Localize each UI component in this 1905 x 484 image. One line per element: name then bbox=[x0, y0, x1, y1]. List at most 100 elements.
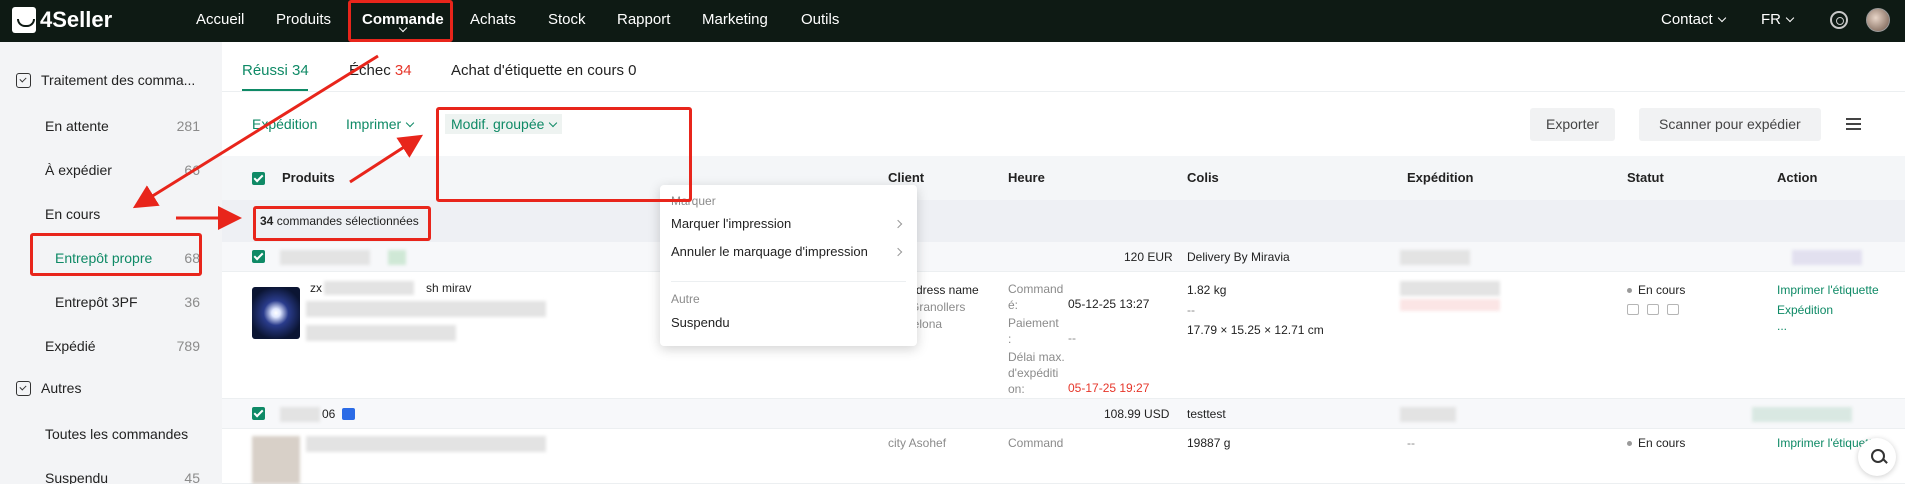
chevron-down-icon bbox=[405, 118, 415, 128]
chevron-right-icon bbox=[893, 219, 903, 229]
contact-label: Contact bbox=[1661, 11, 1713, 28]
package-dash: -- bbox=[1187, 303, 1195, 317]
printer-icon bbox=[1667, 304, 1679, 315]
annotation-highlight-commande bbox=[348, 0, 453, 42]
table-row[interactable]: zx sh mirav zxz adress name Granollers B… bbox=[222, 273, 1905, 399]
column-header-expedition[interactable]: Expédition bbox=[1407, 170, 1473, 185]
status-text: En cours bbox=[1638, 283, 1686, 297]
gear-icon[interactable] bbox=[1830, 11, 1848, 29]
blurred-expedition bbox=[1400, 299, 1500, 311]
sidebar-item-expedie[interactable]: Expédié 789 bbox=[0, 336, 210, 358]
blurred-product-details bbox=[306, 325, 456, 341]
tab-label: Réussi bbox=[242, 62, 288, 79]
sidebar-item-count: 281 bbox=[176, 118, 200, 134]
nav-outils[interactable]: Outils bbox=[801, 0, 839, 42]
blurred-action bbox=[1792, 250, 1862, 265]
nav-achats[interactable]: Achats bbox=[470, 0, 516, 42]
unmark-print-item[interactable]: Annuler le marquage d'impression bbox=[671, 244, 868, 259]
nav-produits[interactable]: Produits bbox=[276, 0, 331, 42]
expedition-link[interactable]: Expédition bbox=[1777, 303, 1833, 317]
message-icon[interactable] bbox=[342, 408, 355, 420]
blurred-expedition bbox=[1400, 250, 1470, 265]
order-amount: 108.99 USD bbox=[1104, 407, 1170, 421]
expedition-dash: -- bbox=[1407, 436, 1415, 450]
language-select[interactable]: FR bbox=[1761, 0, 1795, 42]
printer-icon bbox=[1627, 304, 1639, 315]
sidebar-item-label: Toutes les commandes bbox=[45, 426, 189, 442]
nav-rapport[interactable]: Rapport bbox=[617, 0, 670, 42]
sidebar-item-en-attente[interactable]: En attente 281 bbox=[0, 116, 210, 138]
list-settings-icon[interactable] bbox=[1846, 118, 1861, 130]
package-weight: 19887 g bbox=[1187, 436, 1231, 450]
nav-stock[interactable]: Stock bbox=[548, 0, 586, 42]
paid-label: Paiement : bbox=[1008, 316, 1059, 346]
client-city-text: Granollers bbox=[910, 300, 966, 314]
logo-text: 4Seller bbox=[40, 7, 113, 32]
clipboard-check-icon bbox=[16, 72, 31, 88]
nav-marketing[interactable]: Marketing bbox=[702, 0, 768, 42]
sidebar-item-entrepot-3pf[interactable]: Entrepôt 3PF 36 bbox=[0, 292, 210, 314]
row-checkbox[interactable] bbox=[252, 407, 265, 420]
divider bbox=[671, 281, 906, 282]
sidebar-item-count: 789 bbox=[176, 338, 200, 354]
more-actions-link[interactable]: ... bbox=[1777, 319, 1787, 333]
sidebar-section-label: Autres bbox=[41, 380, 82, 396]
status-dot-icon bbox=[1627, 441, 1632, 447]
blurred-product bbox=[324, 281, 414, 295]
sidebar-section-autres[interactable]: Autres bbox=[16, 380, 81, 396]
row-checkbox[interactable] bbox=[252, 250, 265, 263]
sidebar-item-label: Expédié bbox=[45, 338, 96, 354]
sidebar-item-en-cours[interactable]: En cours bbox=[0, 204, 210, 226]
expedition-button[interactable]: Expédition bbox=[252, 116, 317, 132]
sidebar-item-toutes-commandes[interactable]: Toutes les commandes bbox=[0, 424, 210, 446]
column-header-colis[interactable]: Colis bbox=[1187, 170, 1219, 185]
order-shipping-method: Delivery By Miravia bbox=[1187, 250, 1290, 264]
sidebar-item-label: En cours bbox=[45, 206, 101, 222]
order-group-row: 120 EUR Delivery By Miravia bbox=[222, 242, 1905, 272]
annotation-highlight-dropdown bbox=[436, 107, 692, 202]
blurred-product bbox=[306, 436, 546, 452]
column-header-heure[interactable]: Heure bbox=[1008, 170, 1045, 185]
sidebar-section-traitement[interactable]: Traitement des comma... bbox=[16, 72, 195, 88]
print-label-link[interactable]: Imprimer l'étiquette bbox=[1777, 283, 1879, 297]
deadline-label: Délai max. d'expéditi on: bbox=[1008, 350, 1065, 396]
product-name-partial: sh mirav bbox=[426, 281, 472, 295]
mark-print-item[interactable]: Marquer l'impression bbox=[671, 216, 791, 231]
chevron-down-icon bbox=[1785, 13, 1795, 23]
blurred-action bbox=[1752, 407, 1852, 422]
search-icon[interactable] bbox=[1858, 438, 1896, 476]
scanner-button[interactable]: Scanner pour expédier bbox=[1639, 108, 1821, 141]
nav-accueil[interactable]: Accueil bbox=[196, 0, 244, 42]
client-city-partial: city Asohef bbox=[888, 436, 947, 450]
tab-reussi[interactable]: Réussi 34 bbox=[242, 62, 309, 79]
sidebar-item-count: 66 bbox=[184, 162, 200, 178]
logo[interactable]: 4Seller bbox=[12, 7, 112, 33]
avatar[interactable] bbox=[1866, 8, 1890, 32]
selection-bar: 34 commandes sélectionnées bbox=[222, 200, 1905, 242]
contact-menu[interactable]: Contact bbox=[1661, 0, 1726, 42]
tab-echec[interactable]: Échec 34 bbox=[349, 62, 412, 79]
tab-label: Achat d'étiquette en cours bbox=[451, 62, 624, 79]
blurred-expedition bbox=[1400, 407, 1456, 422]
annotation-highlight-entrepot-propre bbox=[30, 233, 202, 276]
blurred-product-details bbox=[306, 301, 546, 317]
exporter-button[interactable]: Exporter bbox=[1530, 108, 1615, 141]
product-thumbnail bbox=[252, 436, 300, 484]
blurred-tag bbox=[388, 250, 406, 265]
column-header-action[interactable]: Action bbox=[1777, 170, 1817, 185]
select-all-checkbox[interactable] bbox=[252, 172, 265, 185]
column-header-client[interactable]: Client bbox=[888, 170, 924, 185]
column-header-statut[interactable]: Statut bbox=[1627, 170, 1664, 185]
product-thumbnail bbox=[252, 287, 300, 339]
product-name-partial: zx bbox=[310, 281, 322, 295]
printer-icon bbox=[1647, 304, 1659, 315]
imprimer-button[interactable]: Imprimer bbox=[346, 116, 415, 132]
chevron-right-icon bbox=[893, 247, 903, 257]
column-header-produits[interactable]: Produits bbox=[282, 170, 335, 185]
sidebar-item-suspendu[interactable]: Suspendu 45 bbox=[0, 468, 210, 484]
suspend-item[interactable]: Suspendu bbox=[671, 315, 730, 330]
table-row[interactable]: city Asohef Command 19887 g -- En cours … bbox=[222, 430, 1905, 484]
tab-count: 0 bbox=[628, 62, 637, 79]
sidebar-item-a-expedier[interactable]: À expédier 66 bbox=[0, 160, 210, 182]
tab-achat-etiquette[interactable]: Achat d'étiquette en cours 0 bbox=[451, 62, 637, 79]
